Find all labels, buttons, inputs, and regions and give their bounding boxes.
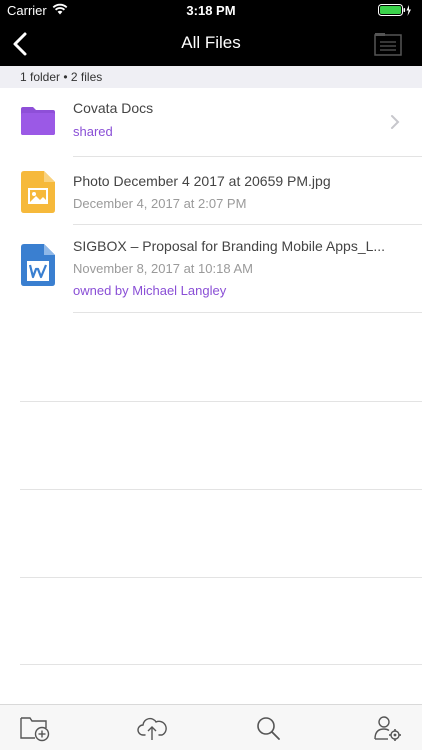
cloud-upload-icon[interactable] — [136, 714, 168, 742]
new-folder-icon[interactable] — [19, 714, 51, 742]
item-name: Covata Docs — [73, 100, 154, 116]
charging-icon — [406, 5, 411, 16]
list-item-document[interactable]: SIGBOX – Proposal for Branding Mobile Ap… — [0, 225, 422, 313]
empty-row-divider — [20, 401, 422, 402]
item-subtitle: shared — [73, 124, 113, 139]
folder-icon — [21, 107, 55, 135]
nav-bar: All Files — [0, 22, 422, 66]
list-item-image[interactable]: Photo December 4 2017 at 20659 PM.jpg De… — [0, 157, 422, 225]
chevron-right-icon — [391, 115, 400, 129]
word-file-icon — [21, 244, 55, 286]
item-count: 1 folder • 2 files — [20, 70, 103, 84]
item-owner: owned by Michael Langley — [73, 283, 227, 298]
battery-icon — [378, 4, 411, 16]
divider — [73, 312, 422, 313]
item-date: November 8, 2017 at 10:18 AM — [73, 261, 253, 276]
search-icon[interactable] — [253, 714, 285, 742]
status-time: 3:18 PM — [186, 3, 236, 18]
status-bar: Carrier 3:18 PM — [0, 0, 422, 22]
empty-row-divider — [20, 664, 422, 665]
file-list: Covata Docs shared Photo December 4 2017… — [0, 88, 422, 313]
empty-row-divider — [20, 489, 422, 490]
item-name: SIGBOX – Proposal for Branding Mobile Ap… — [73, 238, 386, 254]
bottom-toolbar — [0, 704, 422, 750]
empty-row-divider — [20, 577, 422, 578]
list-item-folder[interactable]: Covata Docs shared — [0, 88, 422, 157]
document-icon[interactable] — [374, 32, 402, 56]
summary-bar: 1 folder • 2 files — [0, 66, 422, 88]
item-name: Photo December 4 2017 at 20659 PM.jpg — [73, 173, 331, 189]
user-settings-icon[interactable] — [372, 714, 404, 742]
page-title: All Files — [181, 33, 241, 52]
item-date: December 4, 2017 at 2:07 PM — [73, 196, 247, 211]
image-file-icon — [21, 171, 55, 213]
